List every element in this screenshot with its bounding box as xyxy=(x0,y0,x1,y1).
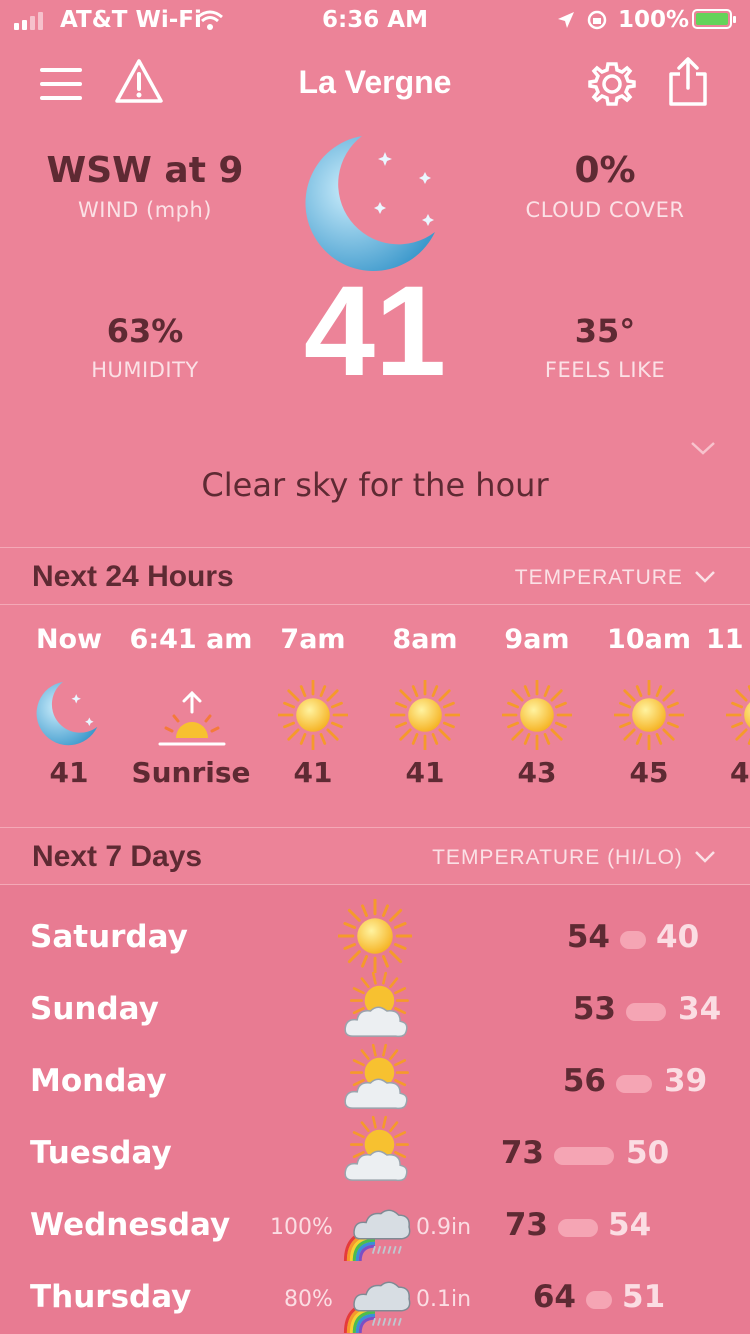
day-name: Wednesday xyxy=(30,1207,231,1243)
wind-value: WSW at 9 xyxy=(46,150,244,191)
sunrise-icon xyxy=(158,690,226,746)
hour-summary: Clear sky for the hour xyxy=(201,466,549,504)
feels-like-value: 35° xyxy=(574,312,636,350)
temp-range-bar xyxy=(558,1219,598,1237)
divider xyxy=(0,827,750,828)
sun-icon xyxy=(614,680,684,750)
cloud-cover-label: CLOUD COVER xyxy=(525,198,685,222)
chevron-down-icon xyxy=(695,571,715,583)
low-temp: 51 xyxy=(622,1279,666,1315)
precip-chance: 100% xyxy=(270,1215,333,1240)
hour-time: Now xyxy=(35,624,103,655)
location-arrow-icon xyxy=(558,12,574,28)
status-bar: AT&T Wi-Fi 6:36 AM 100% xyxy=(0,0,750,40)
day-name: Monday xyxy=(30,1063,167,1099)
wind-label: WIND (mph) xyxy=(78,198,212,222)
hour-time: 8am xyxy=(392,624,458,655)
high-temp: 64 xyxy=(532,1279,576,1315)
sun-icon xyxy=(390,680,460,750)
chevron-down-icon xyxy=(695,851,715,863)
low-temp: 50 xyxy=(626,1135,670,1171)
humidity-label: HUMIDITY xyxy=(91,358,199,382)
high-temp: 56 xyxy=(562,1063,606,1099)
rain-rainbow-icon xyxy=(343,1281,411,1333)
temp-range-bar xyxy=(626,1003,666,1021)
sun-icon xyxy=(726,685,750,745)
chevron-down-icon[interactable] xyxy=(690,440,716,456)
hourly-selector-label: TEMPERATURE xyxy=(514,566,683,589)
battery-icon xyxy=(692,9,736,29)
daily-forecast-list[interactable]: Saturday 54 40 Sunday 53 34 Monday 56 39… xyxy=(0,885,750,1334)
day-name: Tuesday xyxy=(30,1135,172,1171)
moon-icon xyxy=(305,136,435,272)
sun-icon xyxy=(278,680,348,750)
partly-cloudy-icon xyxy=(344,971,409,1038)
battery-percent: 100% xyxy=(618,7,690,33)
daily-metric-selector[interactable]: TEMPERATURE (HI/LO) xyxy=(360,846,716,870)
feels-like-label: FEELS LIKE xyxy=(544,358,666,382)
hour-time: 9am xyxy=(504,624,570,655)
temp-range-bar xyxy=(586,1291,612,1309)
rain-rainbow-icon xyxy=(343,1209,411,1261)
high-temp: 53 xyxy=(572,991,616,1027)
low-temp: 54 xyxy=(608,1207,652,1243)
high-temp: 73 xyxy=(500,1135,544,1171)
partly-cloudy-icon xyxy=(344,1043,409,1110)
temp-range-bar xyxy=(616,1075,652,1093)
orientation-lock-icon xyxy=(587,10,607,30)
precip-amount: 0.9in xyxy=(416,1215,472,1240)
hour-temperature: Sunrise xyxy=(131,756,251,789)
hour-temperature: 41 xyxy=(405,756,445,789)
daily-section-title: Next 7 Days xyxy=(32,840,203,873)
low-temp: 34 xyxy=(678,991,722,1027)
location-title: La Vergne xyxy=(298,64,452,100)
hourly-metric-selector[interactable]: TEMPERATURE xyxy=(440,566,716,590)
hour-temperature: 41 xyxy=(293,756,333,789)
temp-range-bar xyxy=(554,1147,614,1165)
sun-icon xyxy=(502,680,572,750)
high-temp: 54 xyxy=(566,919,610,955)
hour-temperature: 43 xyxy=(517,756,557,789)
hour-time: 7am xyxy=(280,624,346,655)
day-name: Sunday xyxy=(30,991,159,1027)
current-temperature: 41 xyxy=(303,260,447,403)
hour-temperature: 41 xyxy=(49,756,89,789)
divider xyxy=(0,547,750,548)
humidity-value: 63% xyxy=(106,312,184,350)
low-temp: 40 xyxy=(656,919,700,955)
hourly-section-title: Next 24 Hours xyxy=(32,560,234,593)
hour-time: 6:41 am xyxy=(129,624,253,655)
settings-gear-icon[interactable] xyxy=(588,60,636,108)
moon-icon xyxy=(36,681,98,746)
hour-temperature: 4 xyxy=(730,756,750,789)
daily-selector-label: TEMPERATURE (HI/LO) xyxy=(432,846,683,869)
precip-amount: 0.1in xyxy=(416,1287,472,1312)
partly-cloudy-icon xyxy=(344,1115,409,1182)
high-temp: 73 xyxy=(504,1207,548,1243)
hourly-forecast-list[interactable]: Now 41 6:41 am Sunrise 7am 8am 9am 10am … xyxy=(0,604,750,826)
day-name: Thursday xyxy=(30,1279,192,1315)
cloud-cover-value: 0% xyxy=(574,150,636,191)
hour-time: 10am xyxy=(607,624,691,655)
share-icon[interactable] xyxy=(666,56,710,108)
sun-icon xyxy=(338,899,412,973)
precip-chance: 80% xyxy=(284,1287,333,1312)
hour-temperature: 45 xyxy=(629,756,669,789)
temp-range-bar xyxy=(620,931,646,949)
hour-time: 11 xyxy=(706,624,744,655)
day-name: Saturday xyxy=(30,919,188,955)
low-temp: 39 xyxy=(664,1063,708,1099)
